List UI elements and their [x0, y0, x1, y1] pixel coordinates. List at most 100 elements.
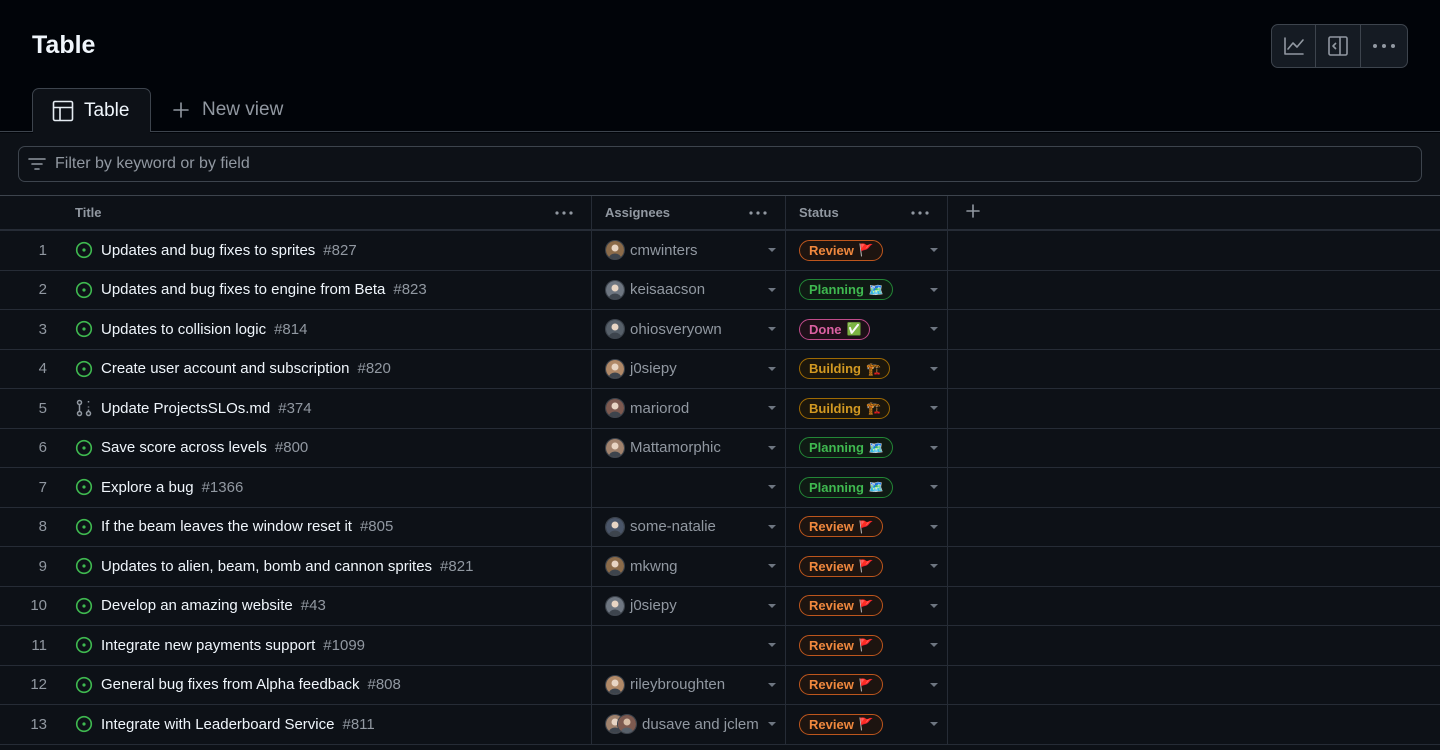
cell-dropdown-button[interactable] — [929, 366, 939, 372]
cell-dropdown-button[interactable] — [929, 682, 939, 688]
cell-dropdown-button[interactable] — [767, 326, 777, 332]
item-title[interactable]: Develop an amazing website — [101, 597, 293, 614]
cell-dropdown-button[interactable] — [929, 445, 939, 451]
cell-dropdown-button[interactable] — [929, 405, 939, 411]
assignees-cell[interactable]: dusave and jclem — [592, 705, 786, 744]
title-cell[interactable]: Updates and bug fixes to sprites #827 — [60, 231, 592, 270]
column-menu-button[interactable] — [555, 210, 573, 215]
title-cell[interactable]: Update ProjectsSLOs.md #374 — [60, 389, 592, 428]
status-cell[interactable]: Planning 🗺️ — [786, 428, 948, 467]
cell-dropdown-button[interactable] — [929, 524, 939, 530]
cell-dropdown-button[interactable] — [929, 287, 939, 293]
tab-table[interactable]: Table — [32, 88, 151, 133]
status-cell[interactable]: Building 🏗️ — [786, 349, 948, 388]
add-field-button[interactable] — [966, 204, 980, 221]
table-row[interactable]: 4 Create user account and subscription #82… — [0, 349, 1440, 389]
assignees-cell[interactable]: j0siepy — [592, 586, 786, 625]
item-title[interactable]: Integrate with Leaderboard Service — [101, 716, 334, 733]
assignees-cell[interactable]: Mattamorphic — [592, 428, 786, 467]
cell-dropdown-button[interactable] — [767, 642, 777, 648]
title-cell[interactable]: Explore a bug #1366 — [60, 468, 592, 507]
table-row[interactable]: 10 Develop an amazing website #43 j0siepy Re… — [0, 586, 1440, 626]
table-row[interactable]: 9 Updates to alien, beam, bomb and cannon… — [0, 547, 1440, 587]
table-row[interactable]: 11 Integrate new payments support #1099 Rev… — [0, 626, 1440, 666]
assignees-cell[interactable] — [592, 468, 786, 507]
table-row[interactable]: 7 Explore a bug #1366 Planning 🗺️ — [0, 468, 1440, 508]
table-row[interactable]: 1 Updates and bug fixes to sprites #827 cmw… — [0, 231, 1440, 271]
status-cell[interactable]: Review 🚩 — [786, 231, 948, 270]
assignees-cell[interactable] — [592, 626, 786, 665]
item-title[interactable]: Updates to alien, beam, bomb and cannon … — [101, 558, 432, 575]
column-menu-button[interactable] — [911, 210, 929, 215]
assignees-cell[interactable]: cmwinters — [592, 231, 786, 270]
column-header-assignees[interactable]: Assignees — [592, 196, 786, 229]
cell-dropdown-button[interactable] — [767, 603, 777, 609]
filter-input[interactable] — [55, 155, 1421, 173]
title-cell[interactable]: Integrate with Leaderboard Service #811 — [60, 705, 592, 744]
title-cell[interactable]: Updates and bug fixes to engine from Bet… — [60, 270, 592, 309]
item-title[interactable]: Create user account and subscription — [101, 360, 349, 377]
cell-dropdown-button[interactable] — [767, 445, 777, 451]
cell-dropdown-button[interactable] — [929, 563, 939, 569]
cell-dropdown-button[interactable] — [929, 484, 939, 490]
cell-dropdown-button[interactable] — [929, 721, 939, 727]
item-title[interactable]: Updates to collision logic — [101, 321, 266, 338]
item-title[interactable]: If the beam leaves the window reset it — [101, 518, 352, 535]
cell-dropdown-button[interactable] — [767, 405, 777, 411]
cell-dropdown-button[interactable] — [767, 563, 777, 569]
assignees-cell[interactable]: rileybroughten — [592, 665, 786, 704]
cell-dropdown-button[interactable] — [929, 603, 939, 609]
status-cell[interactable]: Planning 🗺️ — [786, 270, 948, 309]
table-row[interactable]: 2 Updates and bug fixes to engine from Be… — [0, 270, 1440, 310]
status-cell[interactable]: Done ✅ — [786, 310, 948, 349]
cell-dropdown-button[interactable] — [767, 247, 777, 253]
table-row[interactable]: 3 Updates to collision logic #814 ohiosvery… — [0, 310, 1440, 350]
cell-dropdown-button[interactable] — [767, 682, 777, 688]
table-row[interactable]: 13 Integrate with Leaderboard Service #811… — [0, 705, 1440, 745]
title-cell[interactable]: Updates to collision logic #814 — [60, 310, 592, 349]
status-cell[interactable]: Review 🚩 — [786, 665, 948, 704]
item-title[interactable]: Updates and bug fixes to engine from Bet… — [101, 281, 385, 298]
cell-dropdown-button[interactable] — [929, 326, 939, 332]
assignees-cell[interactable]: ohiosveryown — [592, 310, 786, 349]
item-title[interactable]: Explore a bug — [101, 479, 194, 496]
insights-button[interactable] — [1272, 25, 1317, 67]
title-cell[interactable]: Save score across levels #800 — [60, 428, 592, 467]
new-view-button[interactable]: New view — [172, 88, 283, 132]
cell-dropdown-button[interactable] — [767, 524, 777, 530]
cell-dropdown-button[interactable] — [767, 287, 777, 293]
cell-dropdown-button[interactable] — [929, 642, 939, 648]
table-row[interactable]: 12 General bug fixes from Alpha feedback #… — [0, 665, 1440, 705]
title-cell[interactable]: Integrate new payments support #1099 — [60, 626, 592, 665]
cell-dropdown-button[interactable] — [767, 366, 777, 372]
item-title[interactable]: Updates and bug fixes to sprites — [101, 242, 315, 259]
status-cell[interactable]: Review 🚩 — [786, 586, 948, 625]
table-row[interactable]: 5 Update ProjectsSLOs.md #374 mariorod Build… — [0, 389, 1440, 429]
column-header-title[interactable]: Title — [60, 196, 592, 229]
toggle-panel-button[interactable] — [1316, 25, 1361, 67]
assignees-cell[interactable]: j0siepy — [592, 349, 786, 388]
cell-dropdown-button[interactable] — [929, 247, 939, 253]
more-options-button[interactable] — [1361, 25, 1407, 67]
filter-bar[interactable] — [18, 146, 1422, 182]
title-cell[interactable]: Create user account and subscription #820 — [60, 349, 592, 388]
item-title[interactable]: General bug fixes from Alpha feedback — [101, 676, 360, 693]
table-row[interactable]: 8 If the beam leaves the window reset it #… — [0, 507, 1440, 547]
cell-dropdown-button[interactable] — [767, 721, 777, 727]
column-menu-button[interactable] — [749, 210, 767, 215]
title-cell[interactable]: If the beam leaves the window reset it #8… — [60, 507, 592, 546]
assignees-cell[interactable]: keisaacson — [592, 270, 786, 309]
table-row[interactable]: 6 Save score across levels #800 Mattamorphi… — [0, 428, 1440, 468]
cell-dropdown-button[interactable] — [767, 484, 777, 490]
title-cell[interactable]: Develop an amazing website #43 — [60, 586, 592, 625]
assignees-cell[interactable]: some-natalie — [592, 507, 786, 546]
status-cell[interactable]: Review 🚩 — [786, 547, 948, 586]
column-header-status[interactable]: Status — [786, 196, 948, 229]
status-cell[interactable]: Building 🏗️ — [786, 389, 948, 428]
status-cell[interactable]: Review 🚩 — [786, 705, 948, 744]
title-cell[interactable]: Updates to alien, beam, bomb and cannon … — [60, 547, 592, 586]
status-cell[interactable]: Planning 🗺️ — [786, 468, 948, 507]
item-title[interactable]: Update ProjectsSLOs.md — [101, 400, 270, 417]
status-cell[interactable]: Review 🚩 — [786, 507, 948, 546]
title-cell[interactable]: General bug fixes from Alpha feedback #80… — [60, 665, 592, 704]
